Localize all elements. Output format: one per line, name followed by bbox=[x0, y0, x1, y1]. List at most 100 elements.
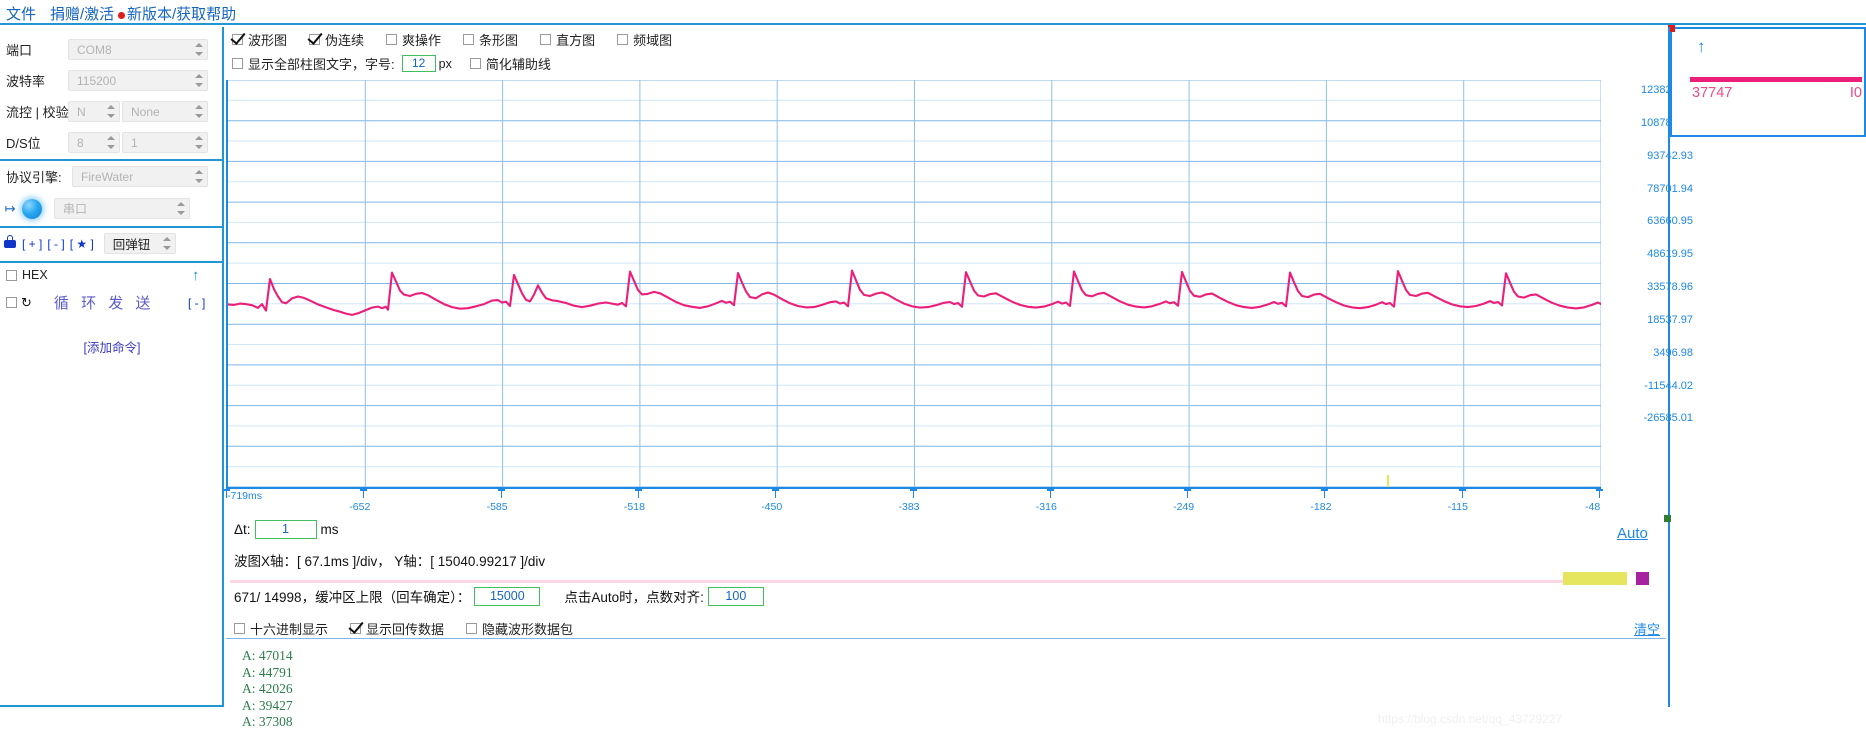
loop-remove-button[interactable]: [ - ] bbox=[188, 296, 205, 310]
parity-value: None bbox=[131, 104, 160, 119]
x-axis-tick-mark bbox=[772, 489, 780, 498]
checkbox-cool-operation[interactable]: 爽操作 bbox=[386, 30, 441, 49]
y-axis-tick-label: 63660.95 bbox=[1647, 215, 1693, 228]
protocol-engine-spinner-icon[interactable] bbox=[191, 166, 207, 187]
checkbox-hide-waveform-packets-box bbox=[466, 623, 478, 634]
download-icon[interactable]: ↦ bbox=[0, 200, 20, 218]
x-axis-tick-label: -518 bbox=[623, 501, 645, 513]
baudrate-spinner-icon[interactable] bbox=[191, 70, 207, 91]
horizontal-scrollbar[interactable] bbox=[1563, 572, 1627, 585]
clear-log-link[interactable]: 清空 bbox=[1634, 619, 1660, 638]
loop-send-label: 循 环 发 送 bbox=[53, 295, 155, 312]
checkbox-show-returned-data-label: 显示回传数据 bbox=[366, 622, 445, 637]
add-command-row: [添加命令] bbox=[0, 337, 224, 356]
flow-spinner-icon[interactable] bbox=[103, 101, 119, 122]
sidebar-divider-1 bbox=[0, 159, 224, 161]
x-axis-tick-mark bbox=[1458, 489, 1466, 498]
menu-item-donate[interactable]: 捐赠/激活 bbox=[50, 3, 114, 24]
connection-type-combo[interactable]: 串口 bbox=[54, 198, 190, 219]
x-axis-tick-mark bbox=[1321, 489, 1329, 498]
x-axis-tick-mark bbox=[909, 489, 917, 498]
connect-status-orb-icon[interactable] bbox=[22, 198, 42, 219]
add-command-button[interactable]: [添加命令] bbox=[84, 337, 141, 356]
plot-controls: Δt: 1 ms 波图X轴：[ 67.1ms ]/div， Y轴：[ 15040… bbox=[226, 518, 1666, 618]
x-axis-tick-label: -115 bbox=[1447, 501, 1468, 513]
stop-bits-spinner-icon[interactable] bbox=[191, 132, 207, 153]
loop-send-row: ↻ 循 环 发 送 [ - ] bbox=[0, 292, 224, 313]
align-label: 点击Auto时，点数对齐: bbox=[564, 590, 704, 605]
parity-combo[interactable]: None bbox=[122, 101, 208, 122]
checkbox-hex-display[interactable]: 十六进制显示 bbox=[234, 619, 328, 638]
auto-link[interactable]: Auto bbox=[1617, 525, 1648, 542]
font-size-input[interactable]: 12 bbox=[401, 55, 436, 72]
waveform-plot[interactable] bbox=[226, 80, 1601, 489]
macro-add-button[interactable]: [ + ] bbox=[22, 237, 42, 251]
baudrate-combo[interactable]: 115200 bbox=[68, 70, 208, 91]
menu-bar: 文件 捐赠/激活 新版本/获取帮助 bbox=[0, 0, 1866, 25]
delta-t-unit: ms bbox=[320, 522, 339, 537]
macro-mode-spinner-icon[interactable] bbox=[159, 233, 175, 254]
delta-t-row: Δt: 1 ms bbox=[234, 520, 339, 539]
baudrate-row: 波特率 115200 bbox=[0, 70, 224, 91]
lock-icon[interactable] bbox=[0, 234, 20, 253]
new-version-dot-icon bbox=[118, 11, 125, 19]
delta-t-label: Δt: bbox=[234, 522, 251, 537]
point-align-input[interactable]: 100 bbox=[707, 586, 764, 606]
log-options-row: 十六进制显示 显示回传数据 隐藏波形数据包 bbox=[234, 619, 595, 638]
macro-mode-combo[interactable]: 回弹钮 bbox=[103, 233, 176, 254]
checkbox-pseudo-continuous-label: 伪连续 bbox=[325, 33, 365, 48]
data-stop-bits-row: D/S位 8 1 bbox=[0, 132, 224, 153]
flow-combo[interactable]: N bbox=[68, 101, 120, 122]
checkbox-show-returned-data[interactable]: 显示回传数据 bbox=[350, 619, 444, 638]
scrollbar-thumb[interactable] bbox=[1636, 572, 1649, 585]
checkbox-histogram[interactable]: 直方图 bbox=[540, 30, 595, 49]
menu-item-new-version[interactable]: 新版本/获取帮助 bbox=[118, 3, 236, 24]
data-bits-spinner-icon[interactable] bbox=[103, 132, 119, 153]
checkbox-hex-display-label: 十六进制显示 bbox=[250, 622, 329, 637]
channel-color-bar bbox=[1690, 77, 1862, 82]
hex-checkbox[interactable]: HEX bbox=[0, 268, 48, 282]
protocol-engine-combo[interactable]: FireWater bbox=[72, 166, 208, 187]
panel-split-handle[interactable] bbox=[1664, 515, 1671, 522]
port-value: COM8 bbox=[77, 42, 112, 57]
data-bits-value: 8 bbox=[77, 135, 84, 150]
y-axis-tick-label: 93742.93 bbox=[1647, 149, 1693, 162]
scroll-up-icon[interactable]: ↑ bbox=[192, 267, 200, 284]
flow-parity-row: 流控 | 校验 N None bbox=[0, 101, 224, 122]
checkbox-frequency-domain[interactable]: 频域图 bbox=[617, 30, 672, 49]
menu-item-file[interactable]: 文件 bbox=[6, 3, 36, 24]
data-bits-combo[interactable]: 8 bbox=[68, 132, 120, 153]
hex-checkbox-box bbox=[6, 269, 17, 281]
delta-t-input[interactable]: 1 bbox=[254, 520, 317, 539]
y-axis-tick-label: 18537.97 bbox=[1647, 313, 1693, 326]
checkbox-show-returned-data-box bbox=[350, 623, 362, 634]
macro-remove-button[interactable]: [ - ] bbox=[47, 237, 64, 251]
checkbox-hide-waveform-packets[interactable]: 隐藏波形数据包 bbox=[466, 619, 573, 638]
checkbox-show-all-bar-text[interactable]: 显示全部柱图文字，字号: bbox=[232, 54, 395, 73]
checkbox-histogram-box bbox=[540, 34, 552, 45]
checkbox-show-all-bar-text-label: 显示全部柱图文字，字号: bbox=[248, 57, 395, 72]
protocol-engine-value: FireWater bbox=[81, 169, 134, 184]
loop-send-checkbox[interactable] bbox=[0, 297, 17, 308]
checkbox-bar-chart[interactable]: 条形图 bbox=[463, 30, 518, 49]
macro-star-button[interactable]: [ ★ ] bbox=[70, 237, 94, 251]
channel-up-arrow-icon[interactable]: ↑ bbox=[1697, 37, 1706, 57]
buffer-limit-input[interactable]: 15000 bbox=[474, 586, 541, 606]
font-size-unit-label: px bbox=[438, 56, 452, 71]
checkbox-pseudo-continuous[interactable]: 伪连续 bbox=[309, 30, 364, 49]
macro-row: [ + ] [ - ] [ ★ ] 回弹钮 bbox=[0, 233, 224, 254]
refresh-icon[interactable]: ↻ bbox=[21, 295, 32, 311]
parity-spinner-icon[interactable] bbox=[191, 101, 207, 122]
stop-bits-combo[interactable]: 1 bbox=[122, 132, 208, 153]
connection-type-spinner-icon[interactable] bbox=[173, 198, 189, 219]
port-combo[interactable]: COM8 bbox=[68, 39, 208, 60]
y-axis-labels: 123824.91 108783.92 93742.93 78701.94 63660.… bbox=[1603, 80, 1693, 489]
stop-bits-value: 1 bbox=[131, 135, 138, 150]
checkbox-waveform[interactable]: 波形图 bbox=[232, 30, 287, 49]
waveform-svg bbox=[228, 80, 1601, 487]
port-spinner-icon[interactable] bbox=[191, 39, 207, 60]
checkbox-simplify-guides[interactable]: 简化辅助线 bbox=[469, 54, 551, 73]
channel-io-label: I0 bbox=[1849, 85, 1862, 101]
checkbox-cool-operation-label: 爽操作 bbox=[402, 33, 442, 48]
x-axis-tick-label: -182 bbox=[1310, 501, 1332, 513]
